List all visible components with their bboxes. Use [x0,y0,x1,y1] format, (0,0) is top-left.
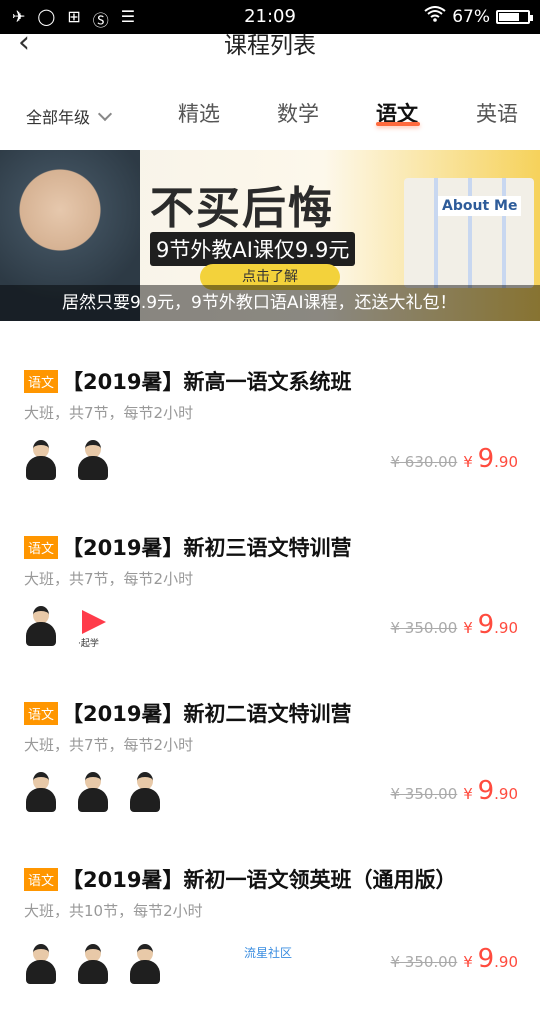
current-price: ¥ 9.90 [463,944,518,974]
grade-filter[interactable]: 全部年级 [26,104,113,128]
original-price: ¥ 350.00 [390,785,458,803]
avatar [128,772,162,812]
currency-symbol: ¥ [463,785,473,803]
price-decimal: .90 [494,619,518,637]
tab-featured[interactable]: 精选 [178,98,220,128]
play-logo-icon: ·起学 [76,606,110,649]
subject-badge: 语文 [24,370,59,393]
subject-badge: 语文 [24,868,59,891]
course-title: 【2019暑】新初二语文特训营 [62,702,352,726]
course-card[interactable]: 语文 【2019暑】新初一语文领英班（通用版） 大班，共10节，每节2小时 ¥ … [0,850,540,1016]
battery-percent: 67% [452,6,490,27]
current-price: ¥ 9.90 [463,610,518,640]
course-meta: 大班，共7节，每节2小时 [24,404,194,422]
teacher-avatars [24,772,162,812]
chevron-down-icon [97,106,113,122]
price-block: ¥ 350.00 ¥ 9.90 [390,944,518,974]
logo-text: ·起学 [78,639,99,649]
watermark-text: 流星社区 [244,946,293,960]
price-decimal: .90 [494,785,518,803]
avatar [76,440,110,480]
course-meta: 大班，共7节，每节2小时 [24,570,194,588]
course-title: 【2019暑】新高一语文系统班 [62,370,352,394]
currency-symbol: ¥ [463,619,473,637]
avatar [24,606,58,646]
course-card[interactable]: 语文 【2019暑】新高一语文系统班 大班，共7节，每节2小时 ¥ 630.00… [0,352,540,518]
avatar [128,944,162,984]
course-title: 【2019暑】新初一语文领英班（通用版） [62,868,457,892]
page-title: 课程列表 [224,33,316,59]
course-card[interactable]: 语文 【2019暑】新初三语文特训营 大班，共7节，每节2小时 ·起学 ¥ 35… [0,518,540,684]
battery-icon [496,9,533,24]
wifi-icon [424,6,446,27]
current-price: ¥ 9.90 [463,444,518,474]
subject-badge: 语文 [24,702,59,725]
grade-filter-label: 全部年级 [26,108,91,127]
promo-banner[interactable]: 不买后悔 9节外教AI课仅9.9元 点击了解 About Me 居然只要9.9元… [0,150,540,321]
title-bar: ‹ 课程列表 [0,28,540,64]
teacher-avatars [24,440,110,480]
price-block: ¥ 350.00 ¥ 9.90 [390,776,518,806]
banner-caption: 居然只要9.9元，9节外教口语AI课程，还送大礼包！ [0,285,540,321]
banner-headline: 不买后悔 [150,183,334,234]
avatar [76,772,110,812]
price-integer: 9 [477,944,495,974]
currency-symbol: ¥ [463,953,473,971]
status-icons-right: 67% [424,6,533,27]
books-label: About Me [438,196,522,216]
teacher-avatars [24,944,162,984]
current-price: ¥ 9.90 [463,776,518,806]
avatar [76,944,110,984]
price-block: ¥ 630.00 ¥ 9.90 [390,444,518,474]
avatar [24,440,58,480]
books-image: About Me [404,178,534,288]
teacher-avatars: ·起学 [24,606,110,649]
course-title: 【2019暑】新初三语文特训营 [62,536,352,560]
tab-math[interactable]: 数学 [277,98,319,128]
subject-badge: 语文 [24,536,59,559]
currency-symbol: ¥ [463,453,473,471]
original-price: ¥ 350.00 [390,619,458,637]
price-block: ¥ 350.00 ¥ 9.90 [390,610,518,640]
price-decimal: .90 [494,453,518,471]
price-decimal: .90 [494,953,518,971]
price-integer: 9 [477,776,495,806]
course-meta: 大班，共10节，每节2小时 [24,902,203,920]
course-card[interactable]: 语文 【2019暑】新初二语文特训营 大班，共7节，每节2小时 ¥ 350.00… [0,684,540,850]
tab-english[interactable]: 英语 [476,98,518,128]
avatar [24,772,58,812]
price-integer: 9 [477,610,495,640]
original-price: ¥ 630.00 [390,453,458,471]
price-integer: 9 [477,444,495,474]
banner-subline: 9节外教AI课仅9.9元 [150,232,356,266]
tab-bar: 全部年级 精选 数学 语文 英语 [0,96,540,136]
avatar [24,944,58,984]
original-price: ¥ 350.00 [390,953,458,971]
course-meta: 大班，共7节，每节2小时 [24,736,194,754]
active-tab-indicator [376,122,420,126]
